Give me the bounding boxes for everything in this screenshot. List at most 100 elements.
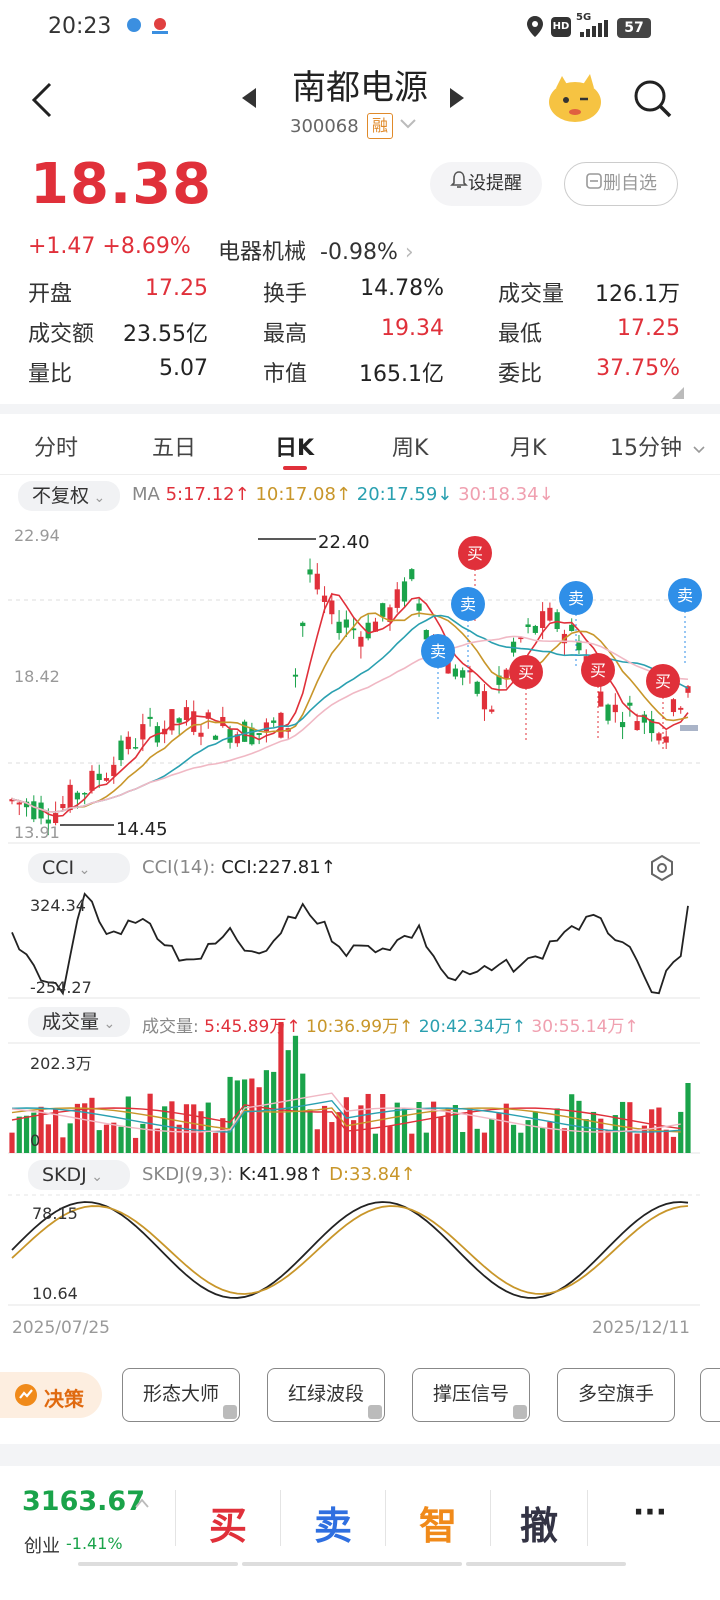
current-price-tag	[680, 725, 698, 731]
volume-selector[interactable]: 成交量 ⌄	[28, 1007, 130, 1037]
margin-badge: 融	[367, 113, 393, 139]
candle-body	[627, 702, 633, 706]
buy-button[interactable]: 买	[176, 1495, 280, 1550]
stat-label: 量比	[28, 362, 73, 387]
volume-bar	[380, 1094, 386, 1153]
tab-0[interactable]: 分时	[34, 430, 78, 462]
candle-body	[82, 793, 88, 795]
next-stock-button[interactable]	[448, 86, 466, 114]
candle-body	[525, 624, 531, 627]
volume-bar	[227, 1076, 233, 1153]
chevron-down-icon[interactable]	[692, 440, 706, 459]
volume-bar	[154, 1128, 160, 1153]
candle-body	[605, 704, 611, 721]
candle-body	[474, 681, 480, 694]
strategy-button[interactable]: 撑压信号	[412, 1368, 530, 1422]
stat-label: 成交量	[498, 282, 565, 307]
tab-2[interactable]: 日K	[275, 430, 314, 462]
candle-body	[292, 674, 299, 677]
stat-value: 5.07	[159, 356, 208, 381]
buy-signal-label: 买	[655, 672, 671, 691]
candle-body	[314, 573, 320, 590]
stat-label: 最低	[498, 322, 543, 347]
candle-body	[663, 736, 669, 743]
volume-bar	[670, 1136, 677, 1153]
candle-body	[307, 569, 313, 575]
buy-signal-label: 买	[590, 661, 606, 680]
tab-3[interactable]: 周K	[392, 430, 428, 462]
tab-4[interactable]: 月K	[510, 430, 546, 462]
date-end: 2025/12/11	[592, 1318, 690, 1338]
skdj-selector[interactable]: SKDJ ⌄	[28, 1160, 130, 1190]
high-price-mark: 22.40	[318, 532, 370, 553]
volume-bar	[162, 1106, 168, 1153]
volume-bar	[387, 1126, 393, 1153]
cancel-order-button[interactable]: 撤	[491, 1495, 587, 1550]
lock-icon	[368, 1405, 382, 1419]
stat-value: 17.25	[617, 316, 680, 341]
sell-signal-label: 卖	[677, 586, 693, 605]
volume-bar	[103, 1124, 110, 1153]
volume-bar	[365, 1093, 371, 1153]
buy-signal-label: 买	[467, 544, 483, 563]
scroll-indicator	[466, 1562, 626, 1566]
lock-icon	[513, 1405, 527, 1419]
settings-icon[interactable]	[648, 854, 676, 886]
volume-bar	[496, 1113, 502, 1153]
set-alert-button[interactable]: 设提醒	[430, 162, 542, 206]
strategy-button[interactable]: 红绿波段	[267, 1368, 385, 1422]
status-time: 20:23	[48, 14, 112, 39]
more-button[interactable]: ···	[600, 1495, 700, 1530]
search-icon[interactable]	[632, 78, 674, 124]
cci-selector[interactable]: CCI ⌄	[28, 853, 130, 883]
volume-bar	[307, 1109, 313, 1153]
kline-chart-area[interactable]: 买卖卖买卖买买卖	[0, 515, 720, 1335]
smart-button[interactable]: 智	[386, 1495, 490, 1550]
tab-1[interactable]: 五日	[152, 430, 196, 462]
volume-bar	[569, 1094, 575, 1153]
candle-body	[569, 624, 575, 631]
location-icon	[526, 15, 544, 43]
chevron-right-icon: ›	[404, 240, 414, 265]
tab-5[interactable]: 15分钟	[610, 430, 682, 462]
stat-value: 23.55亿	[123, 322, 208, 347]
candle-body	[540, 611, 546, 628]
skdj-d-line	[11, 1205, 689, 1295]
volume-bar	[191, 1104, 197, 1153]
volume-bar	[561, 1128, 568, 1153]
hd-icon: HD	[551, 17, 571, 37]
sell-button[interactable]: 卖	[281, 1495, 385, 1550]
sell-signal-label: 卖	[430, 642, 446, 661]
stat-value: 19.34	[381, 316, 444, 341]
strategy-button[interactable]: 多空旗手	[557, 1368, 675, 1422]
strategy-tag[interactable]: 决策	[0, 1372, 102, 1418]
strategy-button[interactable]: 形态大师	[122, 1368, 240, 1422]
index-value[interactable]: 3163.67	[22, 1486, 145, 1517]
date-start: 2025/07/25	[12, 1318, 110, 1338]
stat-value: 165.1亿	[359, 362, 444, 387]
volume-bar	[132, 1137, 139, 1153]
volume-bar	[314, 1129, 320, 1153]
app-notification-icon	[124, 14, 172, 40]
volume-bar	[242, 1079, 248, 1153]
chevron-down-icon: ⌄	[99, 1016, 116, 1032]
current-price: 18.38	[30, 152, 213, 217]
candle-body	[612, 704, 618, 713]
candle-body	[634, 721, 640, 731]
mascot-icon[interactable]	[546, 72, 604, 128]
candle-body	[278, 712, 284, 738]
chevron-up-icon	[134, 1494, 150, 1513]
chevron-down-icon[interactable]	[398, 116, 418, 135]
sector-link[interactable]: 电器机械 -0.98% ›	[218, 234, 414, 266]
price-axis-top: 22.94	[14, 526, 60, 545]
candle-body	[343, 619, 349, 628]
volume-bar	[510, 1124, 517, 1153]
remove-watchlist-button[interactable]: 删自选	[564, 162, 678, 206]
candle-body	[227, 729, 233, 743]
adjust-selector[interactable]: 不复权 ⌄	[18, 481, 120, 511]
candle-body	[111, 764, 117, 777]
candle-body	[198, 732, 204, 737]
volume-bar	[329, 1122, 335, 1153]
volume-bar	[300, 1073, 306, 1153]
candle-body	[53, 813, 59, 824]
